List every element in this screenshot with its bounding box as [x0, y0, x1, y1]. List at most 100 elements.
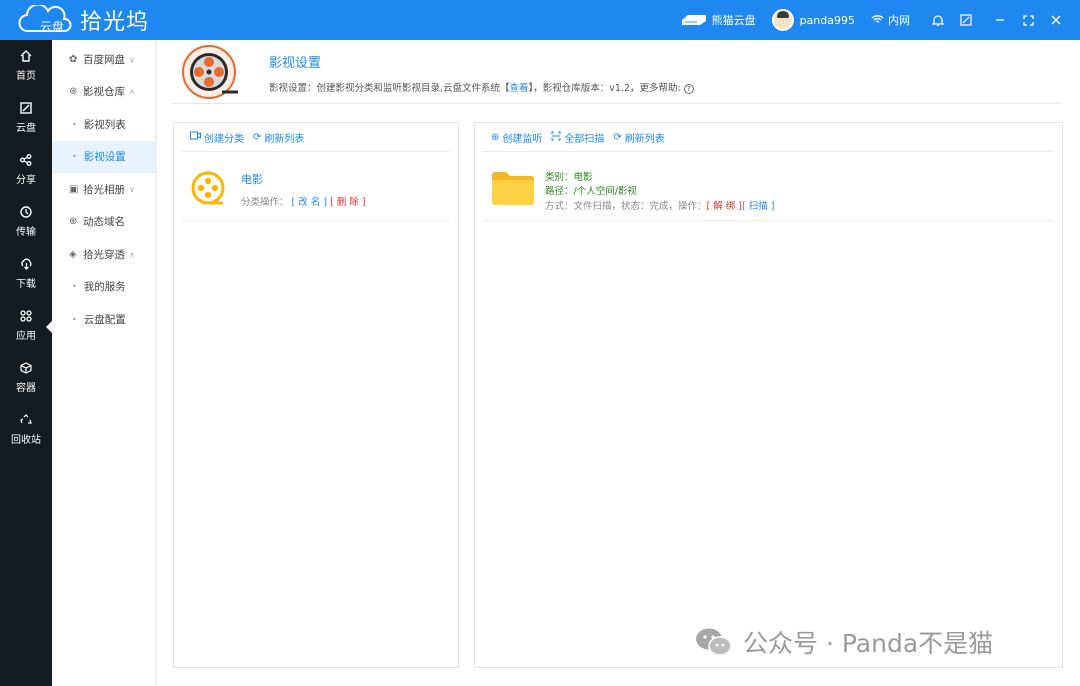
- scan-button[interactable]: [ 扫描 ]: [742, 201, 774, 212]
- edit-window-icon[interactable]: [952, 6, 980, 34]
- nas-device-icon: [681, 15, 706, 25]
- submenu-label: 影视设置: [83, 151, 126, 164]
- user-menu[interactable]: panda995: [771, 9, 855, 31]
- monitor-panel: ⊕ 创建监听 全部扫描 ⟳ 刷新列表 类别：电影 路径：/个人空间/影视 方式：…: [474, 122, 1063, 668]
- refresh-icon: ⟳: [253, 131, 262, 143]
- nav-container[interactable]: 容器: [0, 352, 52, 404]
- film-reel-icon: [191, 171, 225, 205]
- unbind-button[interactable]: [ 解 绑 ]: [707, 201, 742, 212]
- brand-name: 拾光坞: [80, 10, 150, 35]
- avatar: [771, 9, 794, 31]
- nav-label: 首页: [16, 71, 36, 82]
- logo-text: 云盘: [40, 20, 65, 34]
- container-icon: [20, 362, 32, 377]
- submenu-label: 影视仓库: [83, 86, 125, 99]
- nav-apps[interactable]: 应用: [0, 300, 53, 352]
- page-header: 影视设置 影视设置：创建影视分类和监听影视目录,云盘文件系统【查看】，影视仓库版…: [172, 40, 1062, 104]
- close-icon[interactable]: [1042, 6, 1070, 34]
- plus-circle-icon: ⊕: [491, 131, 500, 143]
- nav-transfer[interactable]: 传输: [0, 196, 52, 248]
- submenu-label: 我的服务: [83, 281, 126, 294]
- help-icon[interactable]: ?: [683, 83, 694, 94]
- rename-button[interactable]: [ 改 名 ]: [292, 197, 327, 208]
- film-icon: ⊛: [69, 86, 78, 98]
- submenu-baidu[interactable]: ✿ 百度网盘 ∨: [52, 43, 155, 76]
- recycle-icon: [20, 414, 32, 429]
- nav-label: 分享: [16, 175, 36, 186]
- layers-icon: ◈: [69, 248, 77, 260]
- watermark-text: 公众号 · Panda不是猫: [743, 629, 994, 658]
- minimize-icon[interactable]: [986, 6, 1014, 34]
- nav-download[interactable]: 下载: [0, 248, 52, 300]
- nav-home[interactable]: 首页: [0, 40, 52, 92]
- cloud-logo-icon: 云盘: [18, 3, 74, 35]
- delete-button[interactable]: [ 删 除 ]: [330, 197, 365, 208]
- main-content: 影视设置 影视设置：创建影视分类和监听影视目录,云盘文件系统【查看】，影视仓库版…: [157, 40, 1080, 686]
- tool-label: 全部扫描: [564, 133, 605, 145]
- category-toolbar: 创建分类 ⟳ 刷新列表: [182, 123, 450, 152]
- bullet-icon: •: [72, 282, 77, 292]
- category-name[interactable]: 电影: [241, 171, 263, 187]
- chevron-up-icon: ∧: [129, 249, 135, 259]
- monitor-category: 类别：电影: [545, 172, 593, 183]
- submenu-film-list[interactable]: • 影视列表: [52, 108, 155, 141]
- device-selector[interactable]: 熊猫云盘: [681, 12, 756, 28]
- globe-icon: ⊕: [69, 216, 78, 228]
- refresh-icon: ⟳: [613, 131, 622, 143]
- create-listener-button[interactable]: ⊕ 创建监听: [491, 130, 542, 145]
- tool-label: 创建分类: [204, 133, 244, 145]
- submenu-label: 百度网盘: [83, 53, 125, 66]
- category-panel: 创建分类 ⟳ 刷新列表 电影 分类操作： [ 改 名 ] [ 删 除 ]: [173, 122, 459, 668]
- wechat-icon: [696, 628, 732, 656]
- apps-icon: [20, 310, 32, 325]
- monitor-toolbar: ⊕ 创建监听 全部扫描 ⟳ 刷新列表: [483, 123, 1054, 152]
- chevron-down-icon: ∨: [129, 184, 135, 194]
- category-item: 电影 分类操作： [ 改 名 ] [ 删 除 ]: [182, 152, 450, 221]
- submenu-label: 拾光穿透: [83, 248, 125, 261]
- film-reel-icon: [182, 45, 238, 99]
- paw-icon: ✿: [69, 53, 78, 65]
- desc-text: 】，影视仓库版本：v1.2，更多帮助:: [528, 83, 681, 94]
- submenu-film-settings[interactable]: • 影视设置: [52, 140, 155, 173]
- status-text: 方式：文件扫描，状态：完成，操作：: [545, 201, 707, 212]
- submenu-tunnel[interactable]: ◈ 拾光穿透 ∧: [52, 238, 155, 271]
- network-label: 内网: [888, 14, 910, 27]
- monitor-status: 方式：文件扫描，状态：完成，操作：[ 解 绑 ][ 扫描 ]: [545, 198, 774, 212]
- scan-all-button[interactable]: 全部扫描: [551, 130, 604, 145]
- refresh-list-button[interactable]: ⟳ 刷新列表: [613, 130, 664, 145]
- nav-disk[interactable]: 云盘: [0, 92, 52, 144]
- ops-label: 分类操作：: [241, 197, 289, 208]
- submenu-disk-config[interactable]: • 云盘配置: [52, 303, 155, 336]
- submenu-ddns[interactable]: ⊕ 动态域名: [52, 206, 155, 239]
- network-status[interactable]: 内网: [871, 12, 910, 28]
- submenu-my-services[interactable]: • 我的服务: [52, 271, 155, 304]
- wifi-icon: [871, 14, 884, 27]
- nav-label: 云盘: [16, 123, 36, 134]
- submenu-label: 拾光相册: [83, 183, 125, 196]
- monitor-item: 类别：电影 路径：/个人空间/影视 方式：文件扫描，状态：完成，操作：[ 解 绑…: [483, 152, 1054, 221]
- view-link[interactable]: 查看: [510, 83, 529, 94]
- bullet-icon: •: [72, 119, 77, 129]
- watermark: 公众号 · Panda不是猫: [695, 624, 993, 660]
- tool-label: 刷新列表: [264, 133, 305, 145]
- download-icon: [20, 258, 33, 273]
- category-ops: 分类操作： [ 改 名 ] [ 删 除 ]: [241, 194, 366, 208]
- home-icon: [20, 50, 32, 65]
- nav-label: 传输: [16, 227, 36, 238]
- nav-share[interactable]: 分享: [0, 144, 52, 196]
- refresh-list-button[interactable]: ⟳ 刷新列表: [253, 130, 304, 145]
- bell-icon[interactable]: [924, 6, 952, 34]
- desc-text: 影视设置：创建影视分类和监听影视目录,云盘文件系统【: [269, 83, 510, 94]
- folder-icon: [492, 172, 534, 205]
- nav-recycle[interactable]: 回收站: [0, 404, 52, 456]
- monitor-path: 路径：/个人空间/影视: [545, 186, 637, 197]
- nav-label: 容器: [16, 383, 36, 394]
- page-title: 影视设置: [269, 56, 322, 71]
- maximize-icon[interactable]: [1014, 6, 1042, 34]
- submenu-film-repo[interactable]: ⊛ 影视仓库 ∧: [52, 76, 155, 109]
- left-nav: 首页 云盘 分享 传输 下载 应用 容器 回收站: [0, 40, 53, 686]
- create-category-button[interactable]: 创建分类: [190, 130, 244, 145]
- share-icon: [20, 154, 32, 169]
- submenu-label: 影视列表: [83, 118, 126, 131]
- submenu-album[interactable]: ▣ 拾光相册 ∨: [52, 173, 155, 206]
